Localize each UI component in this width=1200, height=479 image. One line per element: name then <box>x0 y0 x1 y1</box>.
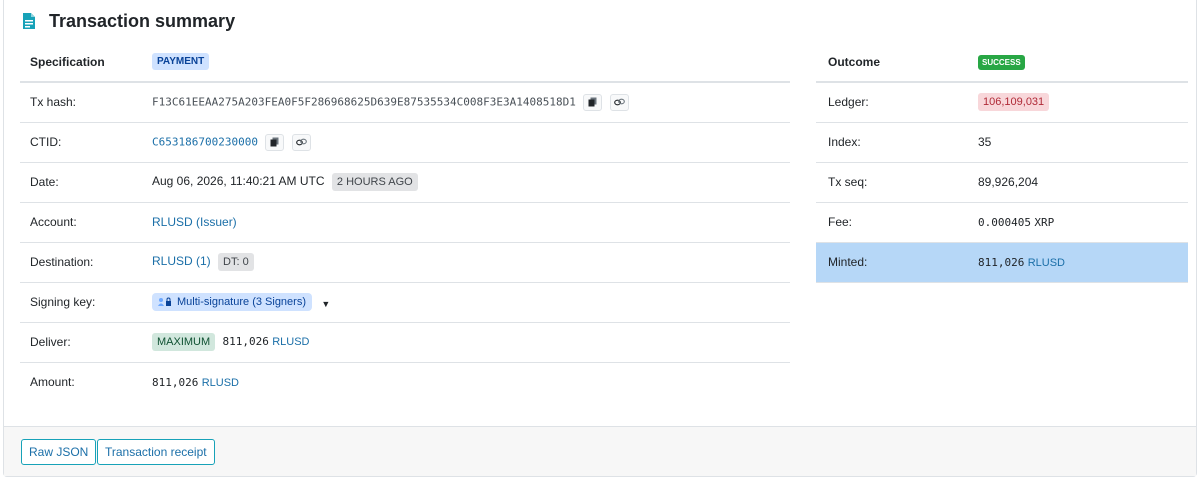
minted-currency-link[interactable]: RLUSD <box>1028 257 1065 269</box>
fee-label: Fee: <box>816 202 958 243</box>
tx-seq-label: Tx seq: <box>816 162 958 203</box>
table-row: Tx seq: 89,926,204 <box>816 162 1188 203</box>
ledger-link[interactable]: 106,109,031 <box>978 93 1050 112</box>
index-value: 35 <box>958 122 1188 163</box>
table-row: Index: 35 <box>816 122 1188 163</box>
table-row: Destination: RLUSD (1) DT: 0 <box>20 242 790 283</box>
raw-json-button[interactable]: Raw JSON <box>21 439 97 465</box>
date-label: Date: <box>20 162 136 203</box>
fee-currency: XRP <box>1034 216 1055 229</box>
ctid-label: CTID: <box>20 122 136 163</box>
table-row: Ledger: 106,109,031 <box>816 82 1188 123</box>
card-header: Transaction summary <box>18 8 235 34</box>
table-row: Deliver: MAXIMUM 811,026 RLUSD <box>20 322 790 363</box>
tx-hash-label: Tx hash: <box>20 82 136 123</box>
signing-key-value: Multi-signature (3 Signers) <box>177 296 306 308</box>
signing-key-label: Signing key: <box>20 282 136 323</box>
link-icon[interactable] <box>609 93 629 111</box>
fee-value: 0.000405 <box>978 216 1031 229</box>
success-badge: SUCCESS <box>978 54 1025 70</box>
card-footer: Raw JSON Transaction receipt <box>4 426 1196 476</box>
table-row: Tx hash: F13C61EEAA275A203FEA0F5F2869686… <box>20 82 790 123</box>
ctid-link[interactable]: C653186700230000 <box>152 135 258 148</box>
ledger-label: Ledger: <box>816 82 958 123</box>
relative-time-badge: 2 HOURS AGO <box>331 173 418 191</box>
table-row: Account: RLUSD (Issuer) <box>20 202 790 243</box>
account-link[interactable]: RLUSD (Issuer) <box>152 215 237 229</box>
table-row: Fee: 0.000405 XRP <box>816 202 1188 243</box>
account-label: Account: <box>20 202 136 243</box>
table-row: CTID: C653186700230000 <box>20 122 790 163</box>
index-label: Index: <box>816 122 958 163</box>
minted-label: Minted: <box>816 242 958 283</box>
transaction-receipt-button[interactable]: Transaction receipt <box>97 439 215 465</box>
table-row: Minted: 811,026 RLUSD <box>816 242 1188 283</box>
specification-header: Specification <box>20 42 136 83</box>
specification-table: Specification PAYMENT Tx hash: F13C61EEA… <box>20 42 790 402</box>
destination-link[interactable]: RLUSD (1) <box>152 254 211 268</box>
transaction-summary-card: Transaction summary Specification PAYMEN… <box>3 0 1197 477</box>
link-icon[interactable] <box>291 133 311 151</box>
destination-tag-badge: DT: 0 <box>218 253 254 271</box>
outcome-table: Outcome SUCCESS Ledger: 106,109,031 Inde… <box>816 42 1188 283</box>
deliver-amount: 811,026 <box>222 335 269 348</box>
table-row: Amount: 811,026 RLUSD <box>20 362 790 402</box>
amount-value: 811,026 <box>152 376 199 390</box>
amount-label: Amount: <box>30 375 75 390</box>
minted-amount: 811,026 <box>978 256 1025 269</box>
page-title: Transaction summary <box>49 10 236 31</box>
caret-down-icon[interactable]: ▼ <box>321 299 330 309</box>
outcome-header: Outcome <box>816 42 958 83</box>
document-icon <box>18 10 40 32</box>
maximum-badge: MAXIMUM <box>152 333 216 351</box>
table-row: Specification PAYMENT <box>20 42 790 83</box>
tx-hash-value: F13C61EEAA275A203FEA0F5F286968625D639E87… <box>152 95 576 109</box>
amount-currency-link[interactable]: RLUSD <box>202 377 239 389</box>
deliver-currency-link[interactable]: RLUSD <box>272 336 309 348</box>
payment-badge: PAYMENT <box>152 53 210 70</box>
multisig-icon <box>158 297 172 307</box>
destination-label: Destination: <box>20 242 136 283</box>
table-row: Date: Aug 06, 2026, 11:40:21 AM UTC 2 HO… <box>20 162 790 203</box>
deliver-label: Deliver: <box>20 322 136 363</box>
multisig-pill[interactable]: Multi-signature (3 Signers) <box>152 293 312 311</box>
copy-icon[interactable] <box>583 93 603 111</box>
date-value: Aug 06, 2026, 11:40:21 AM UTC <box>152 174 325 188</box>
table-row: Signing key: Multi-signature (3 Signers)… <box>20 282 790 323</box>
tx-seq-value: 89,926,204 <box>958 162 1188 203</box>
copy-icon[interactable] <box>265 133 285 151</box>
table-row: Outcome SUCCESS <box>816 42 1188 83</box>
